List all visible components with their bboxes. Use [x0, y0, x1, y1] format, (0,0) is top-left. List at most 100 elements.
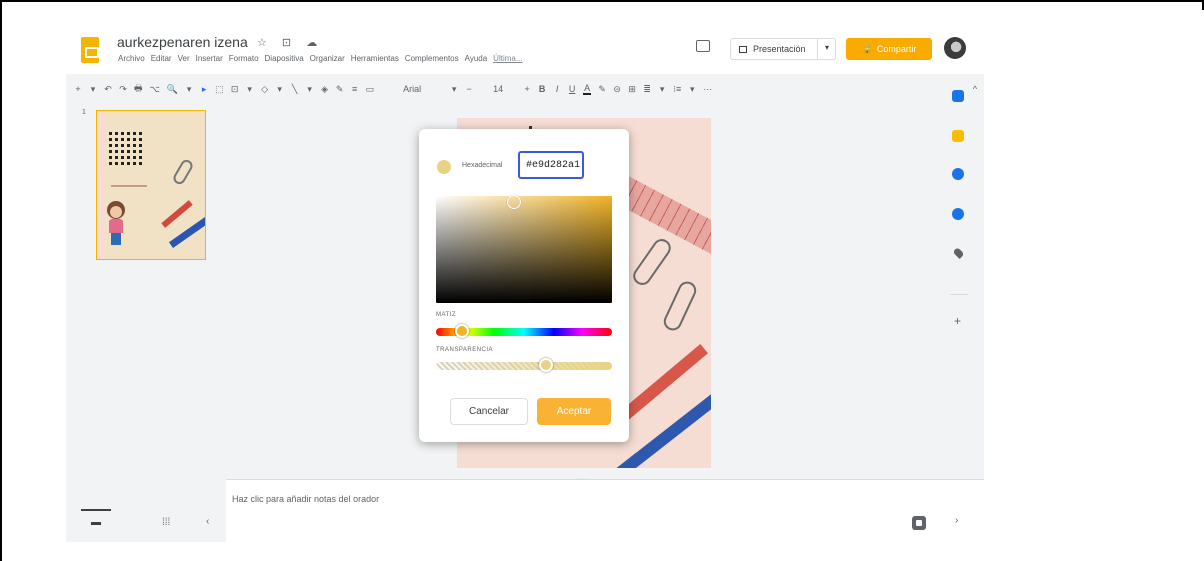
border-weight-icon[interactable]: ≡: [351, 84, 359, 94]
bold-button[interactable]: B: [538, 84, 546, 94]
saturation-picker-handle[interactable]: [507, 195, 521, 209]
person-body: [109, 219, 123, 233]
font-size-decrease[interactable]: −: [465, 84, 473, 94]
font-dropdown-icon[interactable]: ▾: [450, 84, 458, 95]
font-select[interactable]: Arial: [381, 84, 443, 94]
filmstrip: 1: [66, 104, 216, 504]
print-icon[interactable]: 🖶: [134, 81, 143, 97]
present-divider: [817, 39, 818, 59]
align-dropdown-icon[interactable]: ▾: [658, 84, 666, 95]
line-dropdown-icon[interactable]: ▾: [306, 84, 314, 95]
show-side-panel-icon[interactable]: ›: [955, 515, 958, 526]
comment-add-icon[interactable]: ⊞: [628, 84, 636, 95]
hex-label: Hexadecimal: [462, 162, 503, 169]
text-color-icon[interactable]: A: [583, 83, 592, 95]
tasks-icon[interactable]: [952, 168, 964, 180]
line-spacing-icon[interactable]: ⁝≡: [673, 84, 681, 95]
slide-number: 1: [82, 109, 86, 116]
zoom-icon[interactable]: 🔍: [167, 84, 178, 95]
redo-icon[interactable]: ↷: [119, 84, 127, 95]
transparency-slider-handle[interactable]: [539, 358, 553, 372]
font-size-input[interactable]: 14: [480, 84, 516, 94]
speaker-notes[interactable]: ···· Haz clic para añadir notas del orad…: [226, 476, 984, 542]
link-icon[interactable]: ⊝: [613, 84, 621, 95]
keep-icon[interactable]: [952, 130, 964, 142]
qr-code-image: [109, 131, 143, 165]
present-label: Presentación: [753, 44, 806, 54]
share-label: Compartir: [876, 44, 917, 54]
maps-icon[interactable]: [952, 246, 965, 260]
custom-color-dialog: Hexadecimal MATIZ TRANSPARENCIA Cancelar…: [419, 129, 629, 442]
person-legs: [111, 233, 121, 245]
font-size-increase[interactable]: +: [523, 84, 531, 94]
zoom-dropdown-icon[interactable]: ▾: [185, 84, 193, 95]
present-icon: [739, 45, 747, 53]
side-panel: + ›: [946, 86, 976, 546]
chevron-down-icon[interactable]: ▾: [825, 43, 829, 52]
hue-slider-handle[interactable]: [455, 324, 469, 338]
view-tabs: ▬ ⁞⁞⁞ ‹: [66, 508, 216, 542]
contacts-icon[interactable]: [952, 208, 964, 220]
accept-button[interactable]: Aceptar: [537, 398, 611, 425]
menu-format[interactable]: Formato: [229, 54, 259, 63]
image-icon[interactable]: ⊡: [231, 84, 239, 95]
lock-icon: 🔒: [861, 43, 873, 54]
share-button[interactable]: 🔒 Compartir: [846, 38, 932, 60]
saturation-value-picker[interactable]: [436, 196, 612, 303]
menu-tools[interactable]: Herramientas: [351, 54, 399, 63]
avatar[interactable]: [944, 37, 966, 59]
screenshot-frame: [0, 0, 1204, 10]
paint-format-icon[interactable]: ⌥: [150, 84, 160, 95]
screenshot-frame-edge: [0, 0, 2, 561]
app-header: aurkezpenaren izena ☆ ⊡ ☁ Archivo Editar…: [66, 28, 984, 74]
text-box-icon[interactable]: ⬚: [215, 84, 224, 95]
highlight-icon[interactable]: ✎: [598, 84, 606, 95]
border-color-icon[interactable]: ✎: [336, 84, 344, 95]
fill-color-icon[interactable]: ◈: [321, 84, 329, 95]
undo-icon[interactable]: ↶: [104, 84, 112, 95]
line-icon[interactable]: ╲: [291, 84, 299, 95]
menu-slide[interactable]: Diapositiva: [265, 54, 304, 63]
grid-view-icon[interactable]: ⁞⁞⁞: [162, 517, 170, 528]
shape-icon[interactable]: ◇: [261, 84, 269, 95]
new-slide-icon[interactable]: +: [74, 84, 82, 94]
italic-button[interactable]: I: [553, 84, 561, 94]
new-slide-dropdown-icon[interactable]: ▾: [89, 84, 97, 95]
select-cursor-icon[interactable]: ▸: [200, 84, 208, 95]
collapse-filmstrip-icon[interactable]: ‹: [206, 516, 209, 527]
align-icon[interactable]: ≣: [643, 84, 651, 95]
line-spacing-dropdown-icon[interactable]: ▾: [688, 84, 696, 95]
side-panel-divider: [950, 294, 968, 295]
explore-icon[interactable]: [912, 516, 926, 530]
transparency-slider[interactable]: [436, 362, 612, 370]
notes-resize-handle[interactable]: ····: [576, 476, 585, 483]
person-illustration: [105, 201, 127, 245]
menu-help[interactable]: Ayuda: [465, 54, 488, 63]
menu-arrange[interactable]: Organizar: [310, 54, 345, 63]
last-edit-link[interactable]: Última...: [493, 54, 522, 63]
speaker-notes-placeholder[interactable]: Haz clic para añadir notas del orador: [232, 494, 379, 504]
calendar-icon[interactable]: [952, 90, 964, 102]
thumbnail-text-line: [111, 185, 147, 187]
get-addons-icon[interactable]: +: [954, 314, 961, 328]
menu-edit[interactable]: Editar: [151, 54, 172, 63]
slide-thumbnail[interactable]: [96, 110, 206, 260]
underline-button[interactable]: U: [568, 84, 576, 94]
star-move-cloud-icons[interactable]: ☆ ⊡ ☁: [257, 36, 323, 49]
document-title[interactable]: aurkezpenaren izena: [117, 34, 248, 50]
slides-logo-icon[interactable]: [81, 37, 99, 63]
menu-file[interactable]: Archivo: [118, 54, 145, 63]
paperclip-image: [660, 278, 700, 334]
menu-insert[interactable]: Insertar: [196, 54, 223, 63]
comments-icon[interactable]: [696, 40, 710, 52]
cancel-button[interactable]: Cancelar: [450, 398, 528, 425]
filmstrip-view-icon[interactable]: ▬: [81, 509, 111, 528]
shape-dropdown-icon[interactable]: ▾: [276, 84, 284, 95]
hex-input[interactable]: [518, 151, 584, 179]
more-options-icon[interactable]: ···: [703, 84, 712, 94]
menu-view[interactable]: Ver: [178, 54, 190, 63]
border-dash-icon[interactable]: ▭: [366, 84, 375, 95]
present-button[interactable]: Presentación ▾: [730, 38, 836, 60]
image-dropdown-icon[interactable]: ▾: [246, 84, 254, 95]
menu-addons[interactable]: Complementos: [405, 54, 459, 63]
